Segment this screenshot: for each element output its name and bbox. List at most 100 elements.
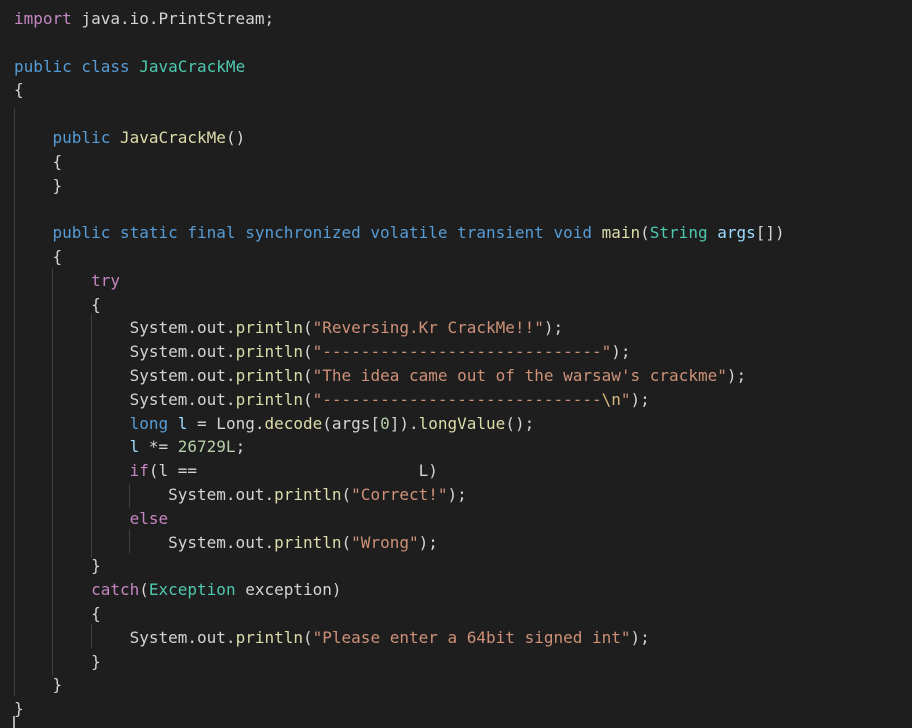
code-token: System.out. [14,627,236,647]
code-token: } [14,675,63,695]
code-token: ( [640,223,650,243]
code-token: System.out. [14,366,236,385]
code-token: ); [418,532,438,552]
code-line: { [14,78,24,102]
code-token: println [235,342,303,362]
code-token: longValue [418,413,506,433]
code-token: exception) [235,580,342,600]
code-token: "The idea came out of the warsaw's crack… [312,366,727,385]
code-token: ); [630,627,650,647]
code-line: System.out.println("Reversing.Kr CrackMe… [14,316,564,340]
code-token: catch [14,580,140,600]
code-token: "Reversing.Kr CrackMe!!" [312,318,544,338]
code-token: \n [601,389,621,409]
code-editor[interactable]: import java.io.PrintStream; public class … [0,0,912,728]
code-token: } [14,175,63,195]
code-token: "----------------------------- [312,389,602,409]
code-token: try [14,270,120,290]
code-line: public static final synchronized volatil… [14,221,785,245]
code-line: System.out.println("Wrong"); [14,531,438,555]
code-token: { [14,80,24,100]
code-token: main [601,223,641,243]
code-token: JavaCrackMe [119,128,226,147]
code-token: System.out. [14,318,236,338]
code-token: "Wrong" [351,532,419,552]
code-token: println [274,485,342,504]
code-line: long l = Long.decode(args[0]).longValue(… [14,412,535,436]
code-token: java.io.PrintStream; [71,9,275,28]
code-token: public [14,56,72,76]
code-token: System.out. [14,485,275,504]
code-token: { [14,151,63,171]
code-line: } [14,697,24,721]
code-token: public [14,128,120,147]
code-token: println [274,532,342,552]
code-line: public JavaCrackMe() [14,126,246,150]
code-line: l *= 26729L; [14,435,246,459]
code-line: } [14,174,63,198]
code-line: System.out.println("Please enter a 64bit… [14,626,650,650]
code-token: l [177,413,188,433]
code-token: l [14,437,140,457]
code-token: args [707,223,756,243]
code-token: if [14,461,149,481]
code-token: " [620,389,631,409]
code-token: long [14,413,178,433]
code-line: import java.io.PrintStream; [14,7,274,31]
code-line: } [14,673,63,697]
code-token: System.out. [14,342,236,362]
code-token: (); [505,413,535,433]
code-token: Exception [148,580,236,600]
code-token: } [14,699,24,719]
code-token: ( [341,532,352,552]
code-token: println [235,366,303,385]
code-token: println [235,389,303,409]
code-line: System.out.println("Correct!"); [14,483,467,507]
code-line: else [14,507,169,531]
code-token: class [71,56,140,76]
code-token: System.out. [14,532,275,552]
code-token: { [14,247,63,266]
code-token: ( [303,366,313,385]
code-line: { [14,245,63,269]
code-token: ; [235,437,246,457]
code-token: (l == L) [148,461,438,481]
code-line: System.out.println("--------------------… [14,340,631,364]
code-token: "Correct!" [351,485,448,504]
code-line: System.out.println("--------------------… [14,388,650,412]
code-token: ( [303,342,313,362]
code-token: ( [303,318,313,338]
code-token: ( [303,627,313,647]
code-token: ); [630,389,650,409]
code-token: println [235,318,303,338]
code-token: System.out. [14,389,236,409]
code-line: } [14,554,101,578]
code-line: catch(Exception exception) [14,578,342,602]
code-line: } [14,650,101,674]
code-token: (args[ [322,413,381,433]
code-token: ( [139,580,149,600]
code-token: ]). [389,413,419,433]
code-token: import [14,9,72,28]
code-token: 26729L [177,437,236,457]
code-token: *= [139,437,178,457]
code-token: JavaCrackMe [139,56,246,76]
code-token: decode [264,413,323,433]
code-token: println [235,627,303,647]
code-token: = Long. [187,413,265,433]
code-token: ( [303,389,313,409]
code-token: 0 [380,413,390,433]
code-token: ( [341,485,352,504]
code-token: "-----------------------------" [312,342,612,362]
code-token: ); [447,485,467,504]
code-line: if(l == L) [14,459,438,483]
code-token: ); [726,366,747,385]
code-line: System.out.println("The idea came out of… [14,364,747,388]
code-line: { [14,150,63,174]
code-line: try [14,269,120,293]
code-token: () [225,128,246,147]
code-line: { [14,602,101,626]
code-line: { [14,293,101,317]
code-token: { [14,294,101,314]
code-token: ); [611,342,631,362]
